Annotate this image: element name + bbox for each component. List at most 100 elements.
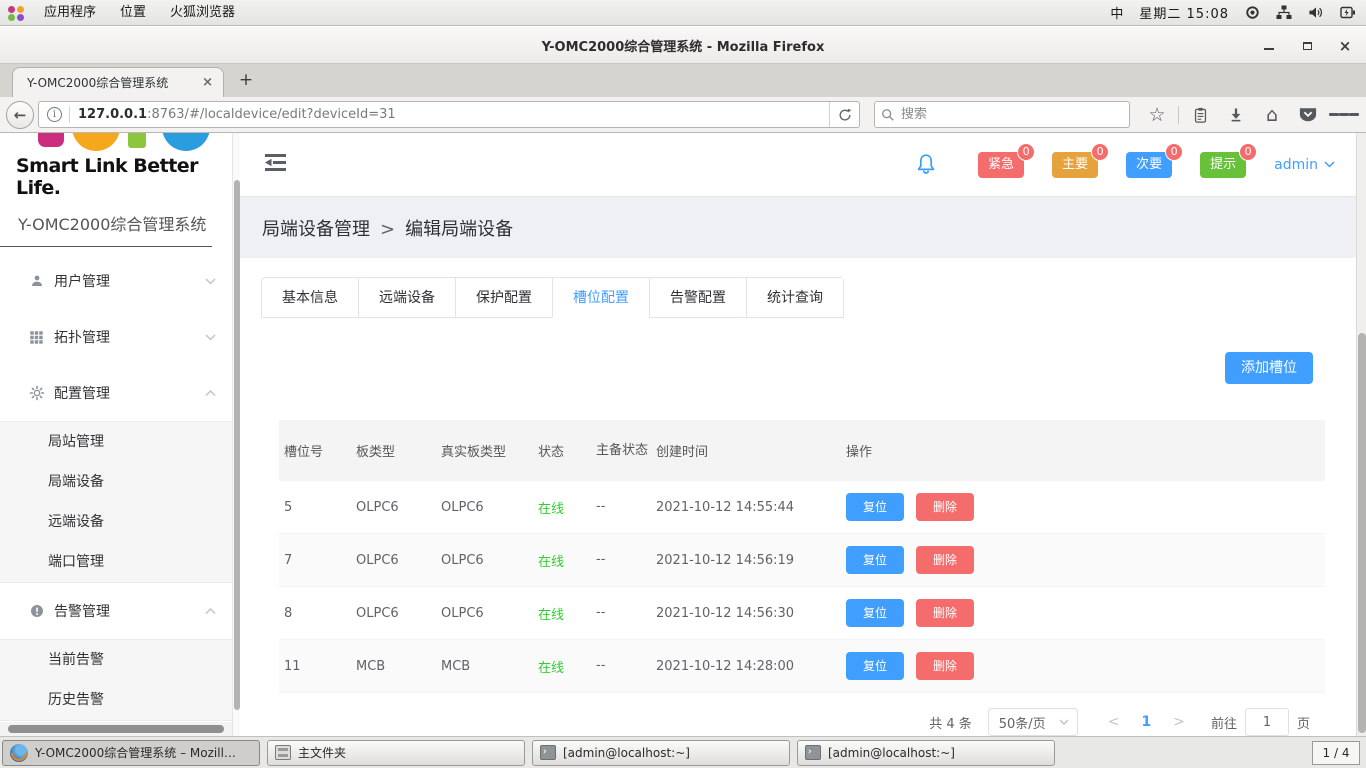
workspace-pager[interactable]: 1 / 4 xyxy=(1312,741,1360,765)
screen-orientation-icon[interactable] xyxy=(1245,5,1260,20)
cell-board-type: MCB xyxy=(351,659,436,674)
page-size-value: 50条/页 xyxy=(999,713,1059,732)
table-row: 11 MCB MCB 在线 -- 2021-10-12 14:28:00 复位删… xyxy=(279,640,1325,693)
prev-page-button[interactable]: < xyxy=(1096,714,1132,730)
downloads-icon[interactable] xyxy=(1221,101,1251,129)
cell-ha-state: -- xyxy=(591,550,651,570)
goto-label: 前往 xyxy=(1211,713,1237,732)
sidebar-item-topology-management[interactable]: 拓扑管理 xyxy=(0,309,232,365)
sidebar-collapse-icon[interactable] xyxy=(265,154,286,175)
taskbar-window-terminal-2[interactable]: › [admin@localhost:~] xyxy=(797,740,1055,766)
network-icon[interactable] xyxy=(1276,5,1292,20)
sidebar-horizontal-scrollbar[interactable] xyxy=(0,722,232,736)
browser-menu-icon[interactable] xyxy=(1329,101,1359,129)
col-header-actions: 操作 xyxy=(841,441,1325,460)
alarm-hint-count: 0 xyxy=(1239,143,1257,161)
bookmark-star-icon[interactable]: ☆ xyxy=(1142,101,1172,129)
sidebar-item-local-device[interactable]: 局端设备 xyxy=(0,462,232,502)
home-icon[interactable]: ⌂ xyxy=(1257,101,1287,129)
page-size-select[interactable]: 50条/页 xyxy=(988,708,1078,736)
tab-alarm-config[interactable]: 告警配置 xyxy=(649,278,746,318)
sidebar: Smart Link Better Life. Y-OMC2000综合管理系统 … xyxy=(0,133,240,736)
breadcrumb-separator: > xyxy=(380,219,395,240)
sidebar-item-station-management[interactable]: 局站管理 xyxy=(0,422,232,462)
reset-button[interactable]: 复位 xyxy=(846,493,904,521)
back-button[interactable]: ← xyxy=(6,101,34,129)
delete-button[interactable]: 删除 xyxy=(916,652,974,680)
reset-button[interactable]: 复位 xyxy=(846,652,904,680)
tab-slot-config[interactable]: 槽位配置 xyxy=(552,278,649,318)
user-icon xyxy=(28,273,45,290)
pocket-icon[interactable] xyxy=(1293,101,1323,129)
sidebar-item-config-management[interactable]: 配置管理 xyxy=(0,365,232,421)
window-title: Y-OMC2000综合管理系统 - Mozilla Firefox xyxy=(542,36,825,55)
site-info-icon[interactable]: i xyxy=(47,107,62,122)
menu-places[interactable]: 位置 xyxy=(108,0,158,26)
url-bar[interactable]: i 127.0.0.1:8763/#/localdevice/edit?devi… xyxy=(38,101,860,128)
page-vertical-scrollbar[interactable] xyxy=(1356,133,1366,736)
goto-page-input[interactable] xyxy=(1245,708,1289,736)
delete-button[interactable]: 删除 xyxy=(916,493,974,521)
reset-button[interactable]: 复位 xyxy=(846,599,904,627)
tab-statistics-query[interactable]: 统计查询 xyxy=(746,278,843,318)
reset-button[interactable]: 复位 xyxy=(846,546,904,574)
col-header-status: 状态 xyxy=(533,441,591,460)
alarm-minor-button[interactable]: 次要 0 xyxy=(1126,152,1172,178)
maximize-button[interactable] xyxy=(1300,39,1314,53)
reload-button[interactable] xyxy=(829,102,859,127)
alarm-critical-button[interactable]: 紧急 0 xyxy=(978,152,1024,178)
clock[interactable]: 星期二 15:08 xyxy=(1139,3,1229,22)
taskbar-window-file-manager[interactable]: 主文件夹 xyxy=(267,740,525,766)
current-page[interactable]: 1 xyxy=(1131,714,1161,730)
user-dropdown[interactable]: admin xyxy=(1274,157,1335,173)
tab-basic-info[interactable]: 基本信息 xyxy=(262,278,358,318)
alarm-major-button[interactable]: 主要 0 xyxy=(1052,152,1098,178)
sidebar-item-user-management[interactable]: 用户管理 xyxy=(0,253,232,309)
battery-icon[interactable] xyxy=(1340,5,1356,20)
cell-real-board-type: OLPC6 xyxy=(436,553,533,568)
alarm-critical-count: 0 xyxy=(1017,143,1035,161)
notification-bell-icon[interactable] xyxy=(914,152,938,178)
delete-button[interactable]: 删除 xyxy=(916,599,974,627)
minimize-button[interactable] xyxy=(1262,39,1276,53)
table-header-row: 槽位号 板类型 真实板类型 状态 主备状态 创建时间 操作 xyxy=(279,420,1325,481)
add-slot-button[interactable]: 添加槽位 xyxy=(1225,352,1313,384)
breadcrumb-parent[interactable]: 局端设备管理 xyxy=(262,219,370,240)
sidebar-item-alarm-management[interactable]: 告警管理 xyxy=(0,583,232,639)
breadcrumb: 局端设备管理>编辑局端设备 xyxy=(262,215,513,241)
tab-protection-config[interactable]: 保护配置 xyxy=(455,278,552,318)
search-input[interactable] xyxy=(901,107,1123,122)
menu-firefox-app[interactable]: 火狐浏览器 xyxy=(158,0,247,26)
sidebar-item-port-management[interactable]: 端口管理 xyxy=(0,542,232,582)
alarm-hint-button[interactable]: 提示 0 xyxy=(1200,152,1246,178)
volume-icon[interactable] xyxy=(1308,5,1324,20)
sidebar-item-remote-device[interactable]: 远端设备 xyxy=(0,502,232,542)
taskbar-window-terminal-1[interactable]: › [admin@localhost:~] xyxy=(532,740,790,766)
next-page-button[interactable]: > xyxy=(1161,714,1197,730)
taskbar-window-firefox[interactable]: Y-OMC2000综合管理系统 – Mozill… xyxy=(2,740,260,766)
username: admin xyxy=(1274,157,1318,173)
bookmarks-menu-icon[interactable] xyxy=(1185,101,1215,129)
tab-remote-device[interactable]: 远端设备 xyxy=(358,278,455,318)
gear-icon xyxy=(28,385,45,402)
sidebar-item-current-alarms[interactable]: 当前告警 xyxy=(0,640,232,680)
browser-tab[interactable]: Y-OMC2000综合管理系统 × xyxy=(12,67,224,97)
cell-ha-state: -- xyxy=(591,497,651,517)
grid-icon xyxy=(28,329,45,346)
cell-status: 在线 xyxy=(533,551,591,570)
alert-icon xyxy=(28,603,45,620)
ime-indicator[interactable]: 中 xyxy=(1110,3,1123,22)
slot-table: 槽位号 板类型 真实板类型 状态 主备状态 创建时间 操作 5 OLPC6 OL… xyxy=(279,420,1325,693)
tab-close-icon[interactable]: × xyxy=(200,75,215,90)
close-button[interactable]: × xyxy=(1338,39,1352,53)
delete-button[interactable]: 删除 xyxy=(916,546,974,574)
new-tab-button[interactable]: + xyxy=(234,70,258,90)
search-box[interactable] xyxy=(874,101,1130,128)
sidebar-item-label: 用户管理 xyxy=(54,271,205,291)
sidebar-item-history-alarms[interactable]: 历史告警 xyxy=(0,680,232,720)
file-manager-icon xyxy=(275,745,291,760)
url-text[interactable]: 127.0.0.1:8763/#/localdevice/edit?device… xyxy=(78,107,829,122)
cell-real-board-type: OLPC6 xyxy=(436,606,533,621)
menu-applications[interactable]: 应用程序 xyxy=(32,0,108,26)
sidebar-vertical-scrollbar[interactable] xyxy=(232,133,240,736)
